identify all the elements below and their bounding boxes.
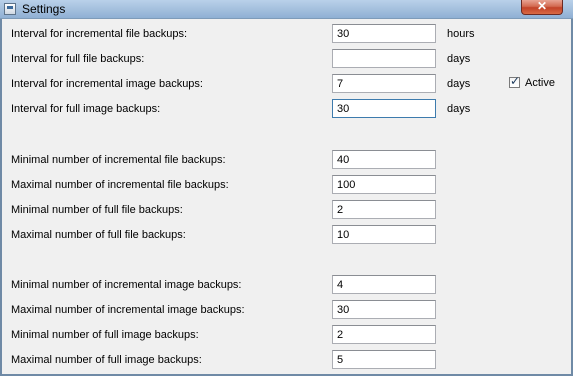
close-button[interactable]: ✕ [521, 0, 563, 15]
min-full-image-backups-input[interactable] [332, 325, 436, 344]
unit-label: days [447, 103, 471, 115]
active-checkbox-label[interactable]: Active [525, 76, 555, 90]
unit-label: days [447, 78, 471, 90]
setting-label: Maximal number of incremental image back… [11, 304, 245, 316]
setting-label: Minimal number of incremental image back… [11, 279, 242, 291]
full-file-interval-input[interactable] [332, 49, 436, 68]
setting-label: Maximal number of full file backups: [11, 229, 186, 241]
setting-label: Interval for full image backups: [11, 103, 161, 115]
full-image-interval-input[interactable] [332, 99, 436, 118]
max-full-image-backups-input[interactable] [332, 350, 436, 369]
settings-window: Settings ✕ Interval for incremental file… [0, 0, 573, 376]
close-icon: ✕ [536, 0, 548, 13]
title-bar[interactable]: Settings ✕ [0, 0, 573, 19]
setting-label: Interval for full file backups: [11, 53, 145, 65]
unit-label: hours [447, 28, 475, 40]
settings-app-icon [4, 3, 16, 15]
setting-label: Minimal number of full file backups: [11, 204, 183, 216]
setting-label: Maximal number of incremental file backu… [11, 179, 229, 191]
max-incremental-file-backups-input[interactable] [332, 175, 436, 194]
incremental-file-interval-input[interactable] [332, 24, 436, 43]
setting-label: Minimal number of incremental file backu… [11, 154, 226, 166]
active-checkbox[interactable]: ✓ [509, 74, 521, 88]
min-full-file-backups-input[interactable] [332, 200, 436, 219]
max-incremental-image-backups-input[interactable] [332, 300, 436, 319]
max-full-file-backups-input[interactable] [332, 225, 436, 244]
unit-label: days [447, 53, 471, 65]
setting-label: Interval for incremental file backups: [11, 28, 188, 40]
setting-label: Maximal number of full image backups: [11, 354, 202, 366]
setting-label: Minimal number of full image backups: [11, 329, 199, 341]
window-title: Settings [22, 2, 66, 16]
incremental-image-interval-input[interactable] [332, 74, 436, 93]
setting-label: Interval for incremental image backups: [11, 78, 203, 90]
checkmark-icon: ✓ [510, 74, 521, 88]
min-incremental-image-backups-input[interactable] [332, 275, 436, 294]
min-incremental-file-backups-input[interactable] [332, 150, 436, 169]
